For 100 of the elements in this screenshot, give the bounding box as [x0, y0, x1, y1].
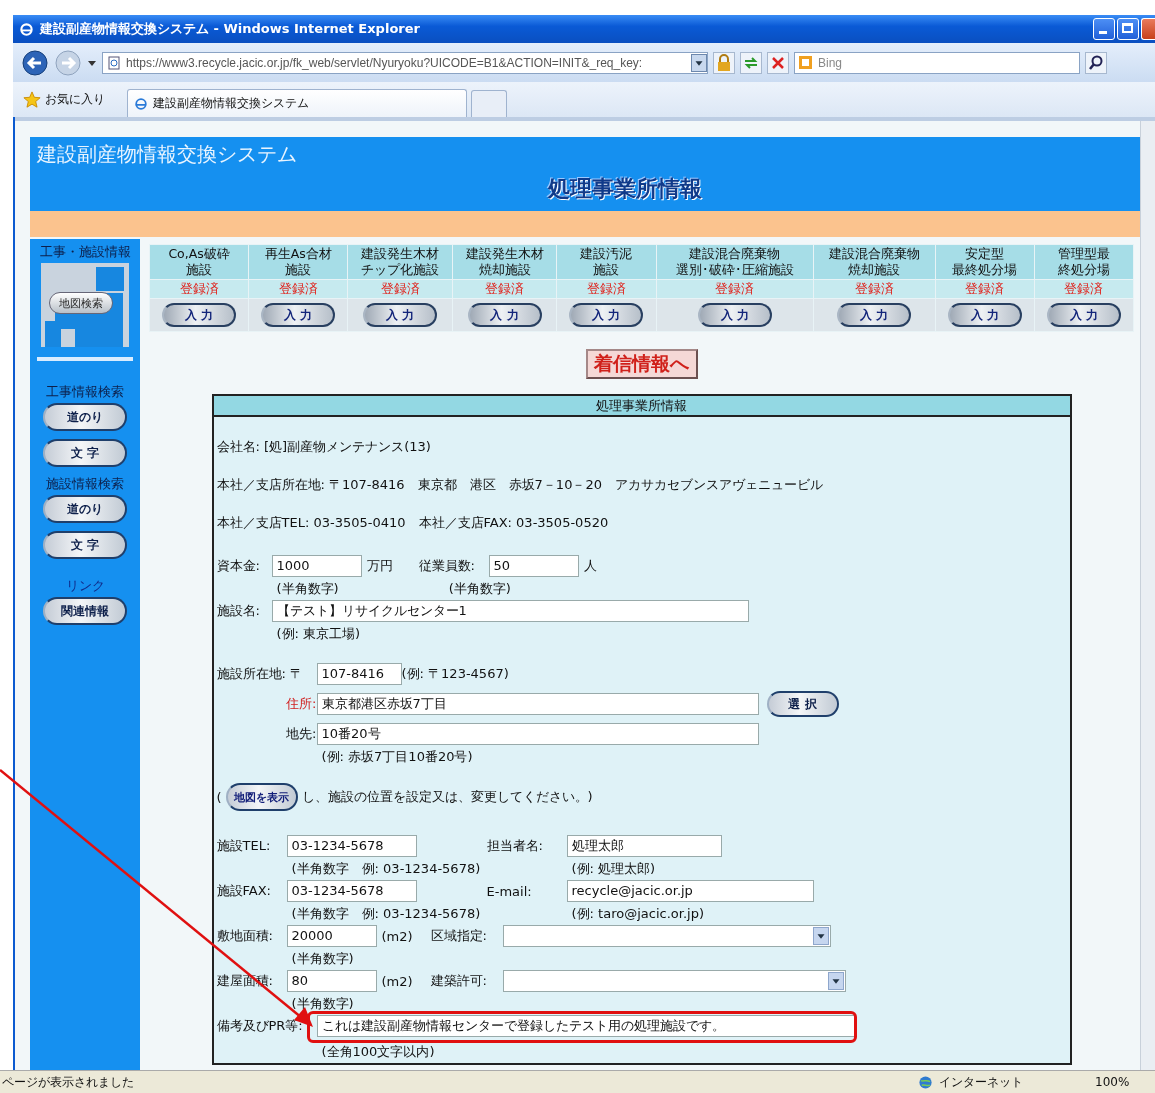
minimize-button[interactable]: [1093, 18, 1115, 40]
stop-icon[interactable]: [767, 51, 789, 74]
field-label: 資本金:: [216, 557, 261, 575]
search-button[interactable]: 文 字: [43, 531, 127, 559]
input-button[interactable]: 入 力: [1046, 303, 1121, 327]
star-icon[interactable]: [23, 90, 41, 109]
window-title: 建設副産物情報交換システム - Windows Internet Explorer: [40, 20, 421, 38]
hint-text: (例: 東京工場): [276, 624, 361, 643]
field-label: 施設FAX:: [216, 882, 272, 900]
info-line: 本社／支店TEL: 03-3505-0410 本社／支店FAX: 03-3505-0520: [216, 514, 610, 532]
incoming-info-button[interactable]: 着信情報へ: [585, 349, 698, 379]
hint-text: (半角数字): [276, 579, 339, 598]
field-label: 区域指定:: [430, 927, 488, 945]
input-button[interactable]: 入 力: [162, 303, 237, 327]
info-line: 本社／支店所在地: 〒107-8416 東京都 港区 赤坂7－10－20 アカサカセブンスアヴェニュービル: [216, 476, 824, 494]
field-label: 従業員数:: [418, 557, 476, 575]
input-field[interactable]: 10番20号: [316, 723, 759, 745]
input-field[interactable]: 03-1234-5678: [286, 880, 417, 902]
favorites-button[interactable]: お気に入り: [45, 91, 105, 108]
facility-type: 建設混合廃棄物 選別･破砕･圧縮施設: [656, 244, 814, 280]
facility-type: 安定型 最終処分場: [935, 244, 1035, 280]
show-map-button[interactable]: 地図を表示: [225, 783, 298, 811]
maximize-button[interactable]: [1117, 18, 1139, 40]
input-field[interactable]: 20000: [286, 925, 377, 947]
bracket-text: (: [216, 789, 222, 805]
section-heading: リンク: [65, 577, 105, 595]
refresh-icon[interactable]: [740, 51, 762, 74]
browser-tab[interactable]: 建設副産物情報交換システム: [127, 89, 467, 117]
input-button[interactable]: 入 力: [363, 303, 438, 327]
input-field[interactable]: 1000: [271, 555, 362, 577]
hint-text: (例: 処理太郎): [571, 859, 656, 878]
field-label: 施設TEL:: [216, 837, 272, 855]
search-field[interactable]: Bing: [794, 51, 1080, 74]
page-icon: [107, 55, 121, 70]
browser-icon: [134, 96, 148, 111]
dropdown-icon[interactable]: [812, 927, 829, 945]
close-button[interactable]: [1141, 18, 1155, 40]
input-field[interactable]: 処理太郎: [566, 835, 722, 857]
input-field[interactable]: これは建設副産物情報センターで登録したテスト用の処理施設です。: [316, 1015, 855, 1037]
security-zone: インターネット: [939, 1073, 1024, 1091]
lock-icon[interactable]: [713, 51, 735, 74]
dropdown-field[interactable]: [502, 970, 846, 992]
search-button[interactable]: 道のり: [43, 495, 127, 523]
sidebar-heading: 工事・施設情報: [39, 243, 131, 261]
system-name: 建設副産物情報交換システム: [36, 141, 298, 168]
zoom-level[interactable]: 100%: [1095, 1075, 1155, 1089]
unit-label: 万円: [366, 557, 393, 575]
search-icon[interactable]: [1085, 51, 1107, 74]
input-field[interactable]: 80: [286, 970, 377, 992]
unit-label: (m2): [381, 973, 413, 989]
input-button[interactable]: 入 力: [467, 303, 542, 327]
input-button[interactable]: 入 力: [947, 303, 1022, 327]
back-icon[interactable]: [21, 48, 49, 77]
address-field[interactable]: https://www3.recycle.jacic.or.jp/fk_web/servlet/Nyuryoku?UICODE=B1&ACTION=INIT&_req_key:: [102, 51, 708, 74]
hint-text: (例: 〒123-4567): [401, 665, 509, 683]
field-label: 地先:: [285, 725, 317, 743]
hint-text: (半角数字): [448, 579, 511, 598]
field-label: 施設所在地: 〒: [216, 665, 304, 683]
dropdown-icon[interactable]: [827, 972, 844, 990]
field-label: 施設名:: [216, 602, 261, 620]
input-field[interactable]: 107-8416: [316, 663, 402, 685]
field-label: 建築許可:: [430, 972, 488, 990]
facility-type: 再生As合材 施設: [248, 244, 348, 280]
field-label: E-mail:: [486, 883, 533, 899]
input-button[interactable]: 入 力: [697, 303, 772, 327]
facility-type: 建設発生木材 焼却施設: [452, 244, 557, 280]
search-button[interactable]: 関連情報: [43, 597, 127, 625]
field-label: 担当者名:: [486, 837, 544, 855]
hint-text: (半角数字 例: 03-1234-5678): [291, 904, 482, 923]
section-heading: 工事情報検索: [46, 383, 124, 401]
search-button[interactable]: 文 字: [43, 439, 127, 467]
hint-text: (半角数字 例: 03-1234-5678): [291, 859, 482, 878]
facility-type: 管理型最 終処分場: [1034, 244, 1134, 280]
search-button[interactable]: 道のり: [43, 403, 127, 431]
map-search-button[interactable]: 地図検索: [49, 292, 113, 314]
dropdown-icon[interactable]: [691, 53, 707, 72]
input-button[interactable]: 入 力: [837, 303, 912, 327]
field-label: 住所:: [285, 695, 317, 713]
facility-type: 建設混合廃棄物 焼却施設: [813, 244, 936, 280]
input-field[interactable]: recycle@jacic.or.jp: [566, 880, 814, 902]
input-field[interactable]: 【テスト】リサイクルセンター1: [271, 600, 749, 622]
input-button[interactable]: 入 力: [261, 303, 336, 327]
instruction-text: し、施設の位置を設定又は、変更してください。): [301, 788, 593, 806]
input-field[interactable]: 03-1234-5678: [286, 835, 417, 857]
select-button[interactable]: 選 択: [766, 691, 839, 717]
input-field[interactable]: 50: [488, 555, 579, 577]
input-button[interactable]: 入 力: [569, 303, 644, 327]
hint-text: (半角数字): [291, 994, 354, 1013]
dropdown-field[interactable]: [502, 925, 831, 947]
field-label: 敷地面積:: [216, 927, 274, 945]
hint-text: (例: 赤坂7丁目10番20号): [321, 747, 473, 766]
info-line: 会社名: [処]副産物メンテナンス(13): [216, 438, 432, 456]
facility-type: 建設発生木材 チップ化施設: [347, 244, 453, 280]
status-message: ページが表示されました: [2, 1073, 134, 1091]
facility-type: 建設汚泥 施設: [556, 244, 656, 280]
input-field[interactable]: 東京都港区赤坂7丁目: [316, 693, 759, 715]
scroll-bar[interactable]: [1140, 121, 1155, 1070]
facility-type: Co,As破砕 施設: [149, 244, 249, 280]
hint-text: (全角100文字以内): [321, 1043, 435, 1061]
unit-label: (m2): [381, 928, 413, 944]
